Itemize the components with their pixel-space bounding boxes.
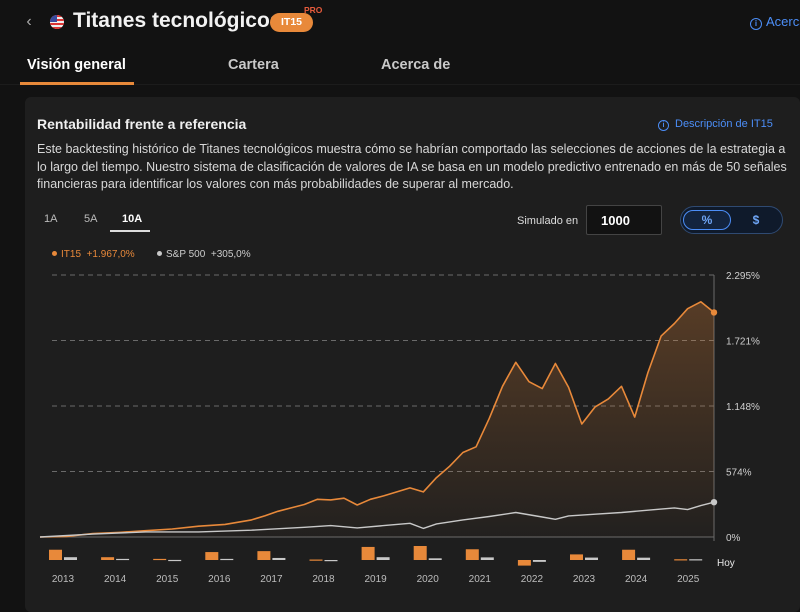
series-area-it15 [40,301,714,537]
annual-bar-sp500 [220,558,234,561]
annual-bar-sp500 [689,559,703,561]
x-year-label: 2015 [156,574,179,585]
annual-bar-sp500 [272,557,286,560]
y-tick-label: 1.721% [726,337,760,348]
series-end-point-sp500 [710,498,718,506]
y-tick-label: 1.148% [726,402,760,413]
x-year-label: 2017 [260,574,283,585]
annual-bar-it15 [622,549,636,560]
annual-bar-sp500 [637,557,651,560]
x-year-label: 2024 [625,574,648,585]
annual-bar-it15 [49,549,62,560]
annual-bar-sp500 [168,559,182,562]
annual-bar-it15 [309,559,323,561]
annual-bar-it15 [101,557,115,560]
performance-chart: 2.295% 1.721% 1.148% 574% 0% 2013 2014 2015 2016… [39,271,760,585]
x-year-label: 2014 [104,574,127,585]
annual-bar-it15 [153,558,167,561]
series-end-point-it15 [710,309,718,316]
annual-bar-sp500 [116,558,130,561]
x-year-label: 2021 [469,574,492,585]
x-year-label: 2022 [521,574,544,585]
annual-bar-it15 [517,560,531,566]
annual-bar-it15 [570,554,583,560]
x-year-label: 2019 [364,574,387,585]
annual-bar-it15 [413,546,427,560]
annual-bar-it15 [361,546,375,560]
x-year-label: 2016 [208,574,231,585]
annual-bar-it15 [257,551,271,560]
y-tick-label: 2.295% [726,271,760,282]
annual-bar-it15 [674,559,688,561]
annual-bar-it15 [465,549,479,560]
annual-bar-sp500 [480,557,494,560]
annual-bar-sp500 [532,560,546,562]
annual-bar-sp500 [64,557,77,560]
y-tick-label: 574% [726,468,752,479]
x-year-label: 2023 [573,574,596,585]
annual-bar-sp500 [324,560,338,562]
annual-bar-sp500 [428,558,442,560]
x-year-label: 2020 [417,574,440,585]
y-tick-label: 0% [726,533,741,544]
annual-bar-it15 [205,552,219,560]
annual-bar-sp500 [585,557,598,560]
x-year-label: 2013 [52,574,75,585]
x-year-label: 2025 [677,574,700,585]
x-year-label: 2018 [312,574,335,585]
x-end-label: Hoy [717,558,735,569]
annual-bar-sp500 [376,557,390,560]
